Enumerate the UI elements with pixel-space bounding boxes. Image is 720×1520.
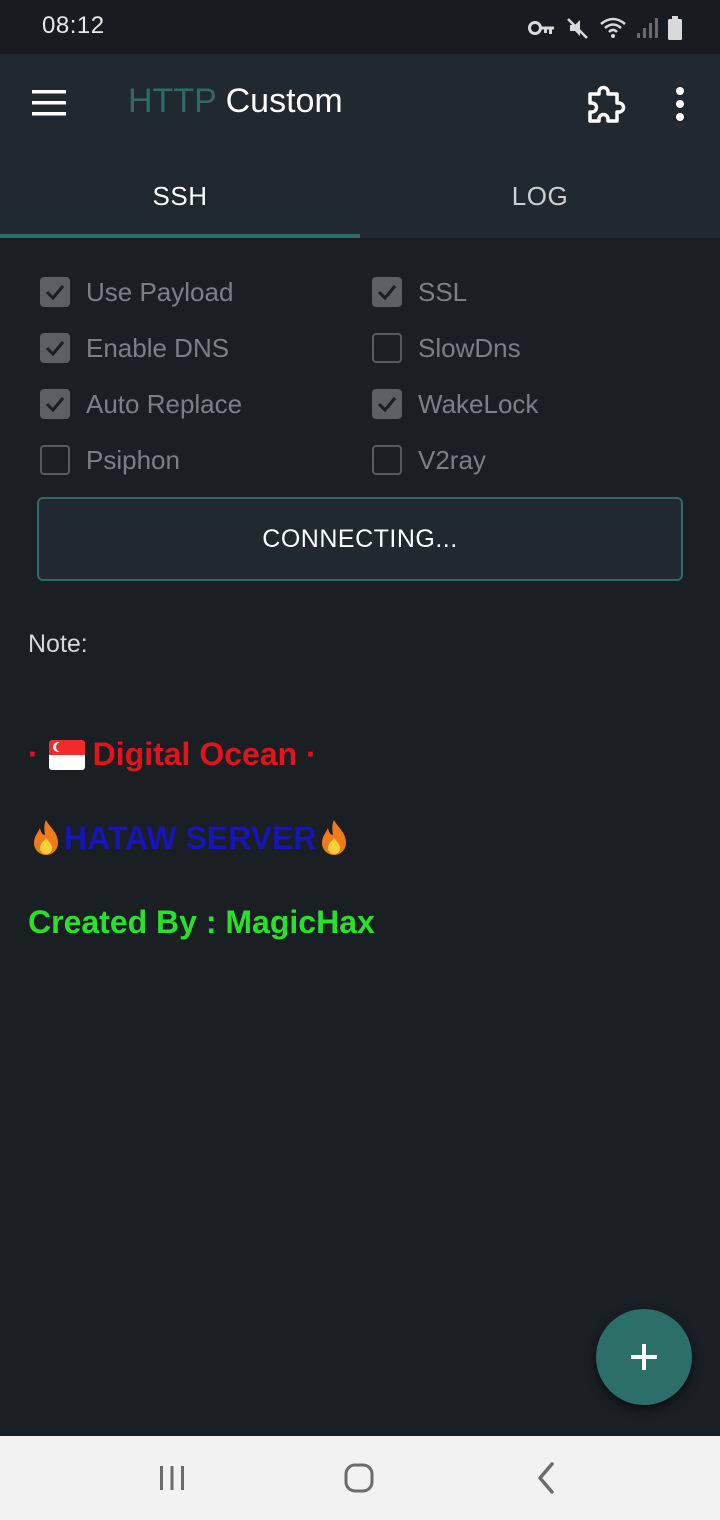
- checkbox-auto-replace[interactable]: [40, 389, 70, 419]
- checkbox-wakelock[interactable]: [372, 389, 402, 419]
- recents-icon[interactable]: [152, 1458, 192, 1498]
- checkbox-psiphon[interactable]: [40, 445, 70, 475]
- fire-icon: [322, 820, 347, 855]
- option-v2ray[interactable]: V2ray: [372, 432, 486, 488]
- option-label: Auto Replace: [86, 388, 243, 419]
- app-bar: HTTP Custom: [0, 54, 720, 154]
- vpn-key-icon: [528, 21, 554, 35]
- plus-icon: [631, 1344, 657, 1370]
- option-label: Use Payload: [86, 276, 234, 307]
- status-icons: [528, 14, 682, 42]
- note-label: Note:: [28, 630, 88, 658]
- checkbox-ssl[interactable]: [372, 277, 402, 307]
- note-prefix: ·: [28, 736, 39, 772]
- system-nav-bar: [0, 1436, 720, 1520]
- battery-icon: [668, 16, 682, 40]
- tab-ssh[interactable]: SSH: [0, 154, 360, 238]
- option-wakelock[interactable]: WakeLock: [372, 376, 538, 432]
- app-title-main: Custom: [216, 82, 343, 120]
- app-title: HTTP Custom: [128, 82, 343, 121]
- checkbox-slowdns[interactable]: [372, 333, 402, 363]
- option-label: WakeLock: [418, 388, 539, 419]
- option-label: SSL: [418, 276, 468, 307]
- connect-button[interactable]: CONNECTING...: [37, 497, 683, 581]
- checkbox-v2ray[interactable]: [372, 445, 402, 475]
- signal-icon: [637, 18, 658, 38]
- check-icon: [377, 397, 397, 413]
- tab-bar: SSH LOG: [0, 154, 720, 238]
- option-label: Psiphon: [86, 444, 180, 475]
- status-bar: 08:12: [0, 0, 720, 54]
- home-icon[interactable]: [339, 1458, 379, 1498]
- menu-icon[interactable]: [30, 86, 70, 122]
- wifi-icon: [600, 17, 626, 38]
- note-hataw-text: HATAW SERVER: [64, 819, 317, 856]
- singapore-flag-icon: [48, 739, 85, 770]
- status-time: 08:12: [42, 12, 105, 39]
- check-icon: [45, 397, 65, 413]
- mute-icon: [567, 18, 588, 39]
- add-button[interactable]: [596, 1309, 692, 1405]
- note-digital-ocean: · Digital Ocean ·: [28, 736, 317, 773]
- check-icon: [45, 341, 65, 357]
- note-hataw-server: HATAW SERVER: [28, 818, 352, 858]
- more-vert-icon[interactable]: [668, 84, 692, 126]
- option-slowdns[interactable]: SlowDns: [372, 320, 521, 376]
- option-enable-dns[interactable]: Enable DNS: [40, 320, 229, 376]
- option-psiphon[interactable]: Psiphon: [40, 432, 180, 488]
- screen: 08:12 HTTP Custom SSH LOG Use Payload SS…: [0, 0, 720, 1520]
- option-label: SlowDns: [418, 332, 521, 363]
- checkbox-enable-dns[interactable]: [40, 333, 70, 363]
- check-icon: [377, 285, 397, 301]
- note-created-by: Created By : MagicHax: [28, 904, 375, 940]
- tab-indicator: [0, 234, 360, 238]
- note-digital-ocean-text: Digital Ocean ·: [92, 736, 317, 772]
- checkbox-use-payload[interactable]: [40, 277, 70, 307]
- option-label: Enable DNS: [86, 332, 230, 363]
- check-icon: [45, 285, 65, 301]
- option-auto-replace[interactable]: Auto Replace: [40, 376, 242, 432]
- fire-icon: [34, 820, 58, 855]
- option-label: V2ray: [418, 444, 486, 475]
- plugin-icon[interactable]: [584, 84, 626, 126]
- tab-log[interactable]: LOG: [360, 154, 720, 238]
- option-use-payload[interactable]: Use Payload: [40, 264, 233, 320]
- option-ssl[interactable]: SSL: [372, 264, 467, 320]
- app-title-accent: HTTP: [128, 82, 217, 120]
- back-icon[interactable]: [527, 1458, 567, 1498]
